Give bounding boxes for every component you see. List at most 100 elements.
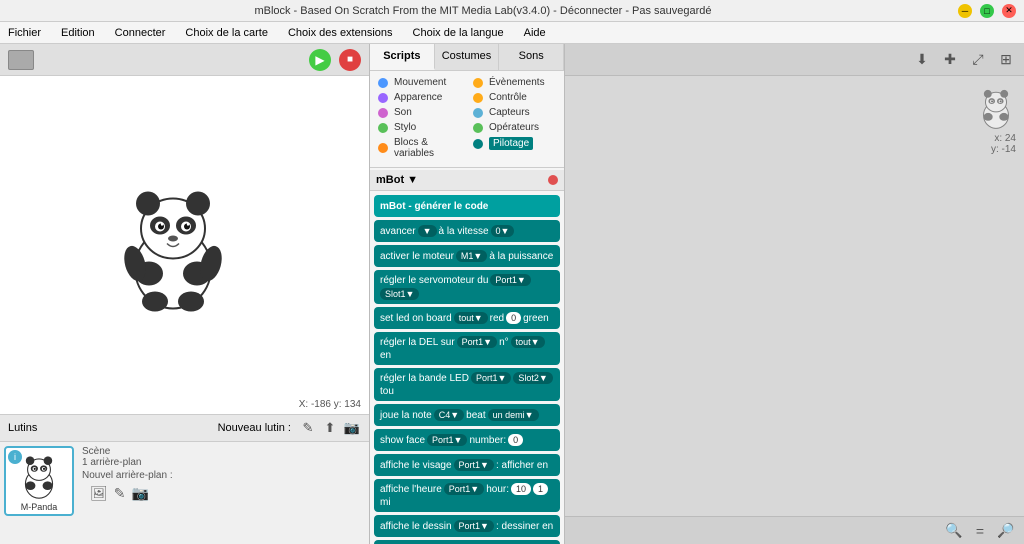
son-label[interactable]: Son — [394, 107, 412, 118]
category-capteurs[interactable]: Capteurs — [467, 105, 562, 120]
category-controle[interactable]: Contrôle — [467, 90, 562, 105]
controle-label[interactable]: Contrôle — [489, 92, 527, 103]
servo-port-pill[interactable]: Port1▼ — [490, 274, 530, 286]
stage-area: X: -186 y: 134 — [0, 76, 369, 414]
category-stylo[interactable]: Stylo — [372, 120, 467, 135]
face-text: show face — [380, 435, 425, 446]
moteur-pill[interactable]: M1▼ — [456, 250, 487, 262]
maximize-button[interactable]: □ — [980, 4, 994, 18]
menu-aide[interactable]: Aide — [520, 25, 550, 41]
moteur-text2: à la puissance — [489, 251, 553, 262]
zoom-out-icon[interactable]: 🔍 — [944, 521, 964, 541]
blocs-label[interactable]: Blocs & variables — [394, 137, 461, 159]
mbot-block-heure[interactable]: affiche l'heure Port1▼ hour: 10 1 mi — [374, 479, 560, 512]
stop-button[interactable]: ■ — [339, 49, 361, 71]
dessin-text2: : dessiner en — [496, 521, 553, 532]
tab-sons[interactable]: Sons — [499, 44, 564, 70]
stage-toolbar: ▶ ■ — [0, 44, 369, 76]
dessin-port-pill[interactable]: Port1▼ — [454, 520, 494, 532]
mbot-block-avancer[interactable]: avancer ▼ à la vitesse 0▼ — [374, 220, 560, 242]
panda-sprite — [113, 174, 233, 317]
servo-slot-pill[interactable]: Slot1▼ — [380, 288, 419, 300]
category-operateurs[interactable]: Opérateurs — [467, 120, 562, 135]
menu-carte[interactable]: Choix de la carte — [181, 25, 272, 41]
menu-edition[interactable]: Edition — [57, 25, 99, 41]
categories-left: Mouvement Apparence Son Stylo Blocs & va… — [372, 75, 467, 161]
backdrop-camera-icon[interactable]: 📷 — [132, 485, 149, 502]
zoom-reset-icon[interactable]: = — [970, 521, 990, 541]
del-port-pill[interactable]: Port1▼ — [457, 336, 497, 348]
heure-val-pill[interactable]: 10 — [511, 483, 531, 495]
grid-icon[interactable]: ⊞ — [996, 50, 1016, 70]
face-num-pill[interactable]: 0 — [508, 434, 523, 446]
sprite-info-badge: i — [8, 450, 22, 464]
stylo-label[interactable]: Stylo — [394, 122, 416, 133]
category-evenements[interactable]: Évènements — [467, 75, 562, 90]
download-icon[interactable]: ⬇ — [912, 50, 932, 70]
capteurs-label[interactable]: Capteurs — [489, 107, 530, 118]
menu-langue[interactable]: Choix de la langue — [409, 25, 508, 41]
pilotage-label[interactable]: Pilotage — [489, 137, 533, 150]
mbot-block-generate[interactable]: mBot - générer le code — [374, 195, 560, 217]
apparence-label[interactable]: Apparence — [394, 92, 442, 103]
fullscreen-icon[interactable]: ⤢ — [968, 50, 988, 70]
vitesse-pill[interactable]: 0▼ — [491, 225, 515, 237]
visage-port-pill[interactable]: Port1▼ — [454, 459, 494, 471]
mbot-block-dessin[interactable]: affiche le dessin Port1▼ : dessiner en — [374, 515, 560, 537]
stage-screenshot-icon[interactable] — [8, 50, 34, 70]
code-area: x: 24 y: -14 — [565, 76, 1024, 516]
category-son[interactable]: Son — [372, 105, 467, 120]
stage-panel: ▶ ■ — [0, 44, 370, 544]
upload-icon[interactable]: ⬆ — [321, 419, 339, 437]
mbot-block-7seg[interactable]: sur le 7 segments du Port1▼ afficher 1 — [374, 540, 560, 544]
mbot-block-servo[interactable]: régler le servomoteur du Port1▼ Slot1▼ — [374, 270, 560, 304]
backdrop-paint-icon[interactable]: ✎ — [114, 485, 126, 502]
category-blocs[interactable]: Blocs & variables — [372, 135, 467, 161]
green-flag-button[interactable]: ▶ — [309, 49, 331, 71]
mbot-block-bande[interactable]: régler la bande LED Port1▼ Slot2▼ tou — [374, 368, 560, 401]
led-text3: green — [523, 313, 549, 324]
scene-info: i — [4, 446, 74, 516]
note-beat-pill[interactable]: un demi▼ — [488, 409, 539, 421]
mbot-block-del[interactable]: régler la DEL sur Port1▼ n° tout▼ en — [374, 332, 560, 365]
category-pilotage[interactable]: Pilotage — [467, 135, 562, 152]
heure-text3: mi — [380, 497, 391, 508]
led-tout-pill[interactable]: tout▼ — [454, 312, 488, 324]
face-port-pill[interactable]: Port1▼ — [427, 434, 467, 446]
bande-port-pill[interactable]: Port1▼ — [471, 372, 511, 384]
mbot-block-face[interactable]: show face Port1▼ number: 0 — [374, 429, 560, 451]
mouvement-label[interactable]: Mouvement — [394, 77, 446, 88]
add-icon[interactable]: ✚ — [940, 50, 960, 70]
mbot-block-visage[interactable]: affiche le visage Port1▼ : afficher en — [374, 454, 560, 476]
heure-val2-pill[interactable]: 1 — [533, 483, 548, 495]
minimize-button[interactable]: ─ — [958, 4, 972, 18]
avancer-pill[interactable]: ▼ — [418, 225, 437, 237]
sprite-mpanda[interactable]: i — [4, 446, 74, 516]
tab-costumes[interactable]: Costumes — [435, 44, 500, 70]
del-tout-pill[interactable]: tout▼ — [511, 336, 545, 348]
mbot-block-led[interactable]: set led on board tout▼ red 0 green — [374, 307, 560, 329]
paint-icon[interactable]: ✎ — [299, 419, 317, 437]
menu-fichier[interactable]: Fichier — [4, 25, 45, 41]
zoom-in-icon[interactable]: 🔎 — [996, 521, 1016, 541]
bande-slot-pill[interactable]: Slot2▼ — [513, 372, 552, 384]
del-text: régler la DEL sur — [380, 337, 455, 348]
scene-label: Scène 1 arrière-plan — [82, 446, 173, 468]
note-text: joue la note — [380, 410, 432, 421]
category-apparence[interactable]: Apparence — [372, 90, 467, 105]
note-c4-pill[interactable]: C4▼ — [434, 409, 464, 421]
close-button[interactable]: ✕ — [1002, 4, 1016, 18]
backdrop-image-icon[interactable]: 🖼 — [90, 485, 108, 502]
tab-scripts[interactable]: Scripts — [370, 44, 435, 70]
menu-connecter[interactable]: Connecter — [111, 25, 170, 41]
heure-port-pill[interactable]: Port1▼ — [444, 483, 484, 495]
led-red-pill[interactable]: 0 — [506, 312, 521, 324]
mouvement-dot — [378, 78, 388, 88]
mbot-block-moteur[interactable]: activer le moteur M1▼ à la puissance — [374, 245, 560, 267]
mbot-block-note[interactable]: joue la note C4▼ beat un demi▼ — [374, 404, 560, 426]
operateurs-label[interactable]: Opérateurs — [489, 122, 539, 133]
menu-extensions[interactable]: Choix des extensions — [284, 25, 397, 41]
category-mouvement[interactable]: Mouvement — [372, 75, 467, 90]
evenements-label[interactable]: Évènements — [489, 77, 545, 88]
camera-icon[interactable]: 📷 — [343, 419, 361, 437]
